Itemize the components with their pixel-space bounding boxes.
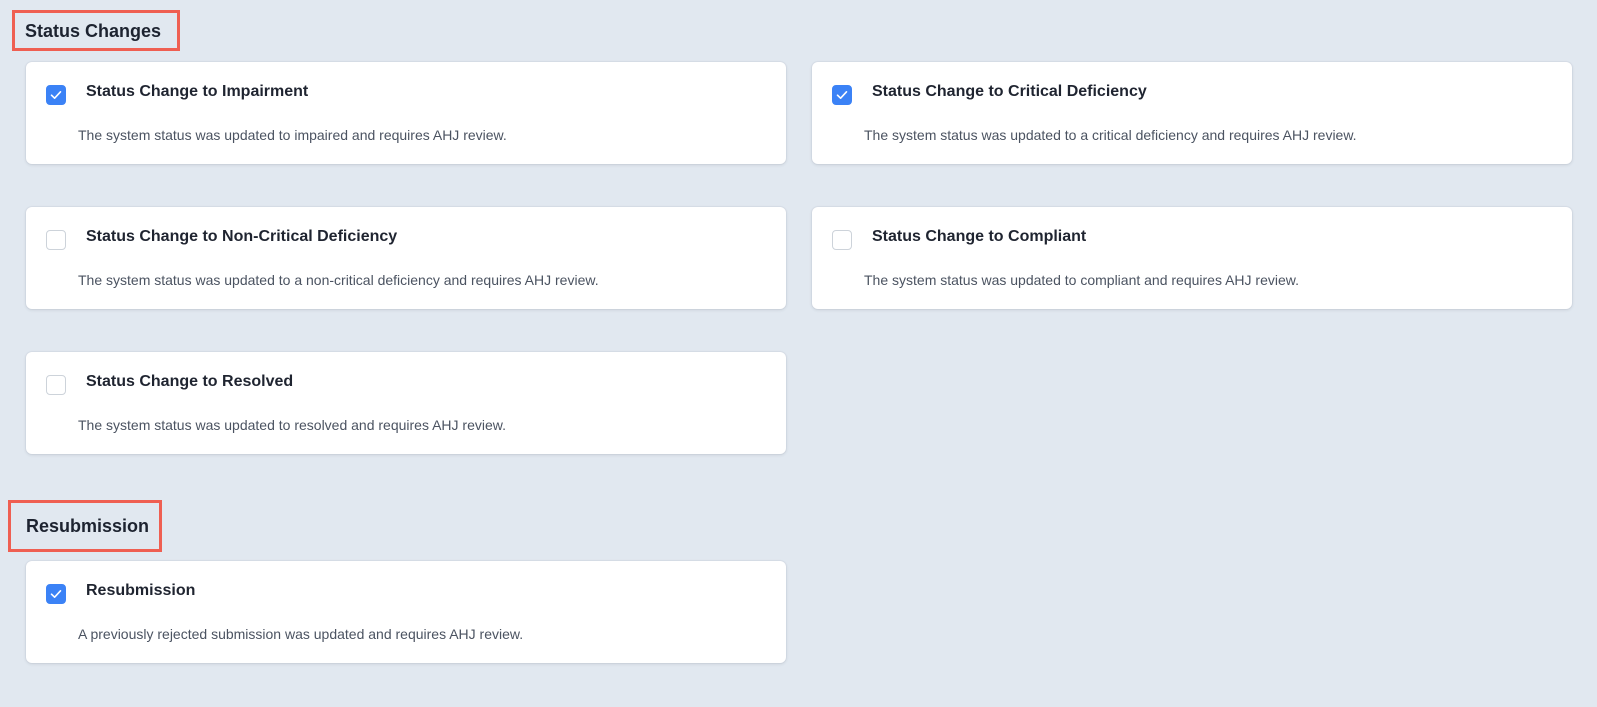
- card-description: The system status was updated to a criti…: [864, 127, 1357, 143]
- card-title: Status Change to Non-Critical Deficiency: [86, 228, 398, 245]
- card-title: Status Change to Compliant: [872, 228, 1087, 245]
- card-description: The system status was updated to impaire…: [78, 127, 507, 143]
- checkmark-icon: [836, 91, 848, 99]
- notification-card-resolved: Status Change to Resolved The system sta…: [26, 352, 786, 454]
- card-description: The system status was updated to a non-c…: [78, 272, 599, 288]
- notification-card-non-critical-deficiency: Status Change to Non-Critical Deficiency…: [26, 207, 786, 309]
- card-title: Status Change to Resolved: [86, 373, 294, 390]
- resubmission-checkbox[interactable]: [46, 584, 66, 604]
- compliant-checkbox[interactable]: [832, 230, 852, 250]
- critical-deficiency-checkbox[interactable]: [832, 85, 852, 105]
- section-title-resubmission: Resubmission: [8, 500, 162, 552]
- checkmark-icon: [50, 91, 62, 99]
- card-title: Resubmission: [86, 582, 196, 599]
- non-critical-deficiency-checkbox[interactable]: [46, 230, 66, 250]
- card-description: The system status was updated to complia…: [864, 272, 1299, 288]
- impairment-checkbox[interactable]: [46, 85, 66, 105]
- card-title: Status Change to Impairment: [86, 83, 309, 100]
- card-description: The system status was updated to resolve…: [78, 417, 506, 433]
- resolved-checkbox[interactable]: [46, 375, 66, 395]
- notification-card-resubmission: Resubmission A previously rejected submi…: [26, 561, 786, 663]
- card-title: Status Change to Critical Deficiency: [872, 83, 1147, 100]
- notification-card-critical-deficiency: Status Change to Critical Deficiency The…: [812, 62, 1572, 164]
- notification-card-compliant: Status Change to Compliant The system st…: [812, 207, 1572, 309]
- card-description: A previously rejected submission was upd…: [78, 626, 524, 642]
- section-title-status-changes: Status Changes: [12, 10, 180, 51]
- checkmark-icon: [50, 590, 62, 598]
- notification-card-impairment: Status Change to Impairment The system s…: [26, 62, 786, 164]
